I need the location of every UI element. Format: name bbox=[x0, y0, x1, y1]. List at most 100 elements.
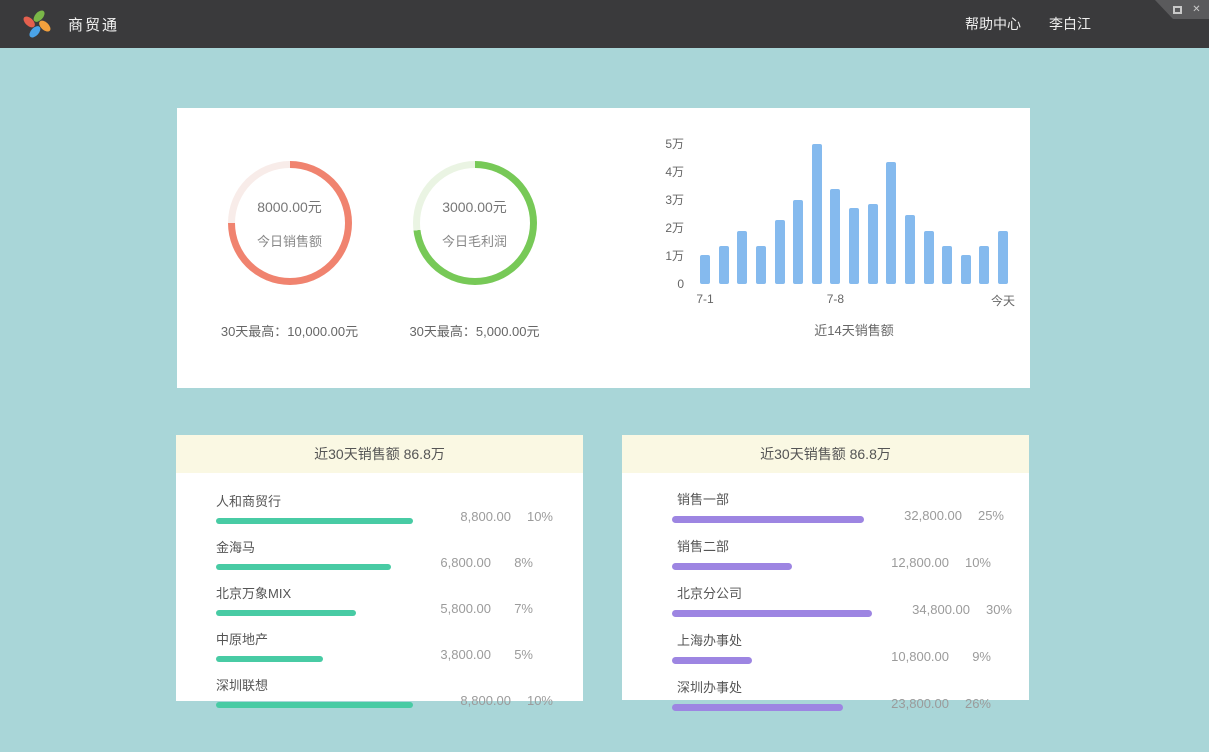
sales-14d-caption: 近14天销售额 bbox=[700, 320, 1008, 339]
rank-percent: 9% bbox=[949, 649, 991, 664]
y-tick: 3万 bbox=[665, 193, 684, 207]
sales-bar bbox=[775, 220, 785, 284]
sales-bar bbox=[830, 189, 840, 284]
today-sales-value: 8000.00元 bbox=[257, 197, 322, 217]
rank-percent: 10% bbox=[511, 693, 553, 708]
today-sales-label: 今日销售额 bbox=[257, 231, 322, 250]
sales-bar bbox=[924, 231, 934, 284]
rank-progress-bar bbox=[672, 657, 752, 664]
close-icon[interactable]: ✕ bbox=[1191, 4, 1202, 15]
rank-progress-bar bbox=[216, 656, 323, 662]
today-profit-30d-max: 30天最高：5,000.00元 bbox=[409, 321, 539, 340]
rank-amount: 8,800.00 bbox=[425, 693, 511, 708]
sales-bar bbox=[700, 255, 710, 284]
summary-panel: 8000.00元 今日销售额 30天最高：10,000.00元 3000.00元… bbox=[177, 108, 1030, 388]
rank-row: 深圳办事处23,800.0026% bbox=[672, 677, 991, 711]
sales-14d-chart: 0 1万 2万 3万 4万 5万 7-17-8今天 近14天销售额 bbox=[654, 144, 1030, 339]
username-menu[interactable]: 李白江 bbox=[1049, 14, 1091, 34]
sales-bar bbox=[979, 246, 989, 284]
rank-percent: 30% bbox=[970, 602, 1012, 617]
sales-bar bbox=[719, 246, 729, 284]
rank-amount: 23,800.00 bbox=[863, 696, 949, 711]
customer-rank-title: 近30天销售额 86.8万 bbox=[176, 435, 583, 473]
y-tick: 1万 bbox=[665, 249, 684, 263]
rank-row: 中原地产 3,800.005% bbox=[216, 629, 533, 662]
sales-bar bbox=[812, 144, 822, 284]
pinwheel-logo-icon bbox=[20, 7, 54, 41]
rank-percent: 25% bbox=[962, 508, 1004, 523]
rank-amount: 5,800.00 bbox=[405, 601, 491, 616]
sales-bar bbox=[756, 246, 766, 284]
rank-row: 销售一部32,800.0025% bbox=[672, 489, 991, 523]
rank-name: 销售一部 bbox=[672, 489, 864, 508]
rank-amount: 3,800.00 bbox=[405, 647, 491, 662]
rank-amount: 8,800.00 bbox=[425, 509, 511, 524]
rank-percent: 8% bbox=[491, 555, 533, 570]
rank-name: 金海马 bbox=[216, 537, 393, 556]
x-axis-label: 7-1 bbox=[696, 292, 713, 306]
rank-row: 深圳联想8,800.0010% bbox=[216, 675, 533, 708]
sales-bar bbox=[849, 208, 859, 284]
department-rank-title: 近30天销售额 86.8万 bbox=[622, 435, 1029, 473]
rank-amount: 12,800.00 bbox=[863, 555, 949, 570]
sales-bar bbox=[737, 231, 747, 284]
rank-progress-bar bbox=[216, 564, 391, 570]
rank-percent: 10% bbox=[511, 509, 553, 524]
sales-bar bbox=[868, 204, 878, 284]
rank-progress-bar bbox=[216, 610, 356, 616]
today-sales-donut-chart: 8000.00元 今日销售额 bbox=[228, 161, 352, 285]
minimize-icon[interactable] bbox=[1153, 4, 1164, 15]
rank-progress-bar bbox=[672, 516, 864, 523]
titlebar: 商贸通 帮助中心 李白江 ✕ bbox=[0, 0, 1209, 48]
rank-row: 金海马 6,800.008% bbox=[216, 537, 533, 570]
rank-amount: 32,800.00 bbox=[876, 508, 962, 523]
sales-bar bbox=[793, 200, 803, 284]
bar-chart-plot bbox=[700, 144, 1008, 284]
rank-name: 深圳联想 bbox=[216, 675, 413, 694]
x-axis-label: 今天 bbox=[991, 292, 1015, 309]
rank-name: 北京分公司 bbox=[672, 583, 872, 602]
sales-bar bbox=[998, 231, 1008, 284]
app-window: 商贸通 帮助中心 李白江 ✕ 8000.00元 今日销售额 30天最高：10,0… bbox=[0, 0, 1209, 752]
rank-name: 人和商贸行 bbox=[216, 491, 413, 510]
today-profit-value: 3000.00元 bbox=[442, 197, 507, 217]
rank-name: 中原地产 bbox=[216, 629, 393, 648]
rank-progress-bar bbox=[672, 563, 792, 570]
today-sales-30d-max: 30天最高：10,000.00元 bbox=[221, 321, 358, 340]
y-tick: 5万 bbox=[665, 137, 684, 151]
help-center-link[interactable]: 帮助中心 bbox=[965, 14, 1021, 34]
rank-progress-bar bbox=[672, 704, 843, 711]
today-profit-label: 今日毛利润 bbox=[442, 231, 507, 250]
today-profit-donut-chart: 3000.00元 今日毛利润 bbox=[413, 161, 537, 285]
rank-name: 销售二部 bbox=[672, 536, 851, 555]
rank-name: 深圳办事处 bbox=[672, 677, 851, 696]
sales-bar bbox=[961, 255, 971, 284]
department-sales-rank-card: 近30天销售额 86.8万 销售一部 32,800.0025% 销售二部 12,800… bbox=[622, 435, 1029, 700]
rank-amount: 6,800.00 bbox=[405, 555, 491, 570]
today-profit-widget: 3000.00元 今日毛利润 30天最高：5,000.00元 bbox=[382, 161, 567, 340]
rank-percent: 7% bbox=[491, 601, 533, 616]
rank-row: 上海办事处10,800.009% bbox=[672, 630, 991, 664]
y-tick: 2万 bbox=[665, 221, 684, 235]
rank-amount: 34,800.00 bbox=[884, 602, 970, 617]
x-axis: 7-17-8今天 bbox=[700, 284, 1008, 306]
rank-row: 销售二部 12,800.0010% bbox=[672, 536, 991, 570]
y-tick: 0 bbox=[677, 277, 684, 291]
sales-bar bbox=[942, 246, 952, 284]
rank-row: 人和商贸行8,800.0010% bbox=[216, 491, 533, 524]
rank-progress-bar bbox=[216, 702, 413, 708]
app-title: 商贸通 bbox=[68, 14, 119, 35]
rank-row: 北京分公司34,800.0030% bbox=[672, 583, 991, 617]
rank-progress-bar bbox=[672, 610, 872, 617]
window-controls: ✕ bbox=[1151, 0, 1209, 19]
rank-percent: 5% bbox=[491, 647, 533, 662]
rank-percent: 10% bbox=[949, 555, 991, 570]
maximize-icon[interactable] bbox=[1172, 4, 1183, 15]
rank-name: 北京万象MIX bbox=[216, 583, 393, 602]
y-axis: 0 1万 2万 3万 4万 5万 bbox=[654, 144, 684, 284]
rank-progress-bar bbox=[216, 518, 413, 524]
rank-amount: 10,800.00 bbox=[863, 649, 949, 664]
sales-bar bbox=[905, 215, 915, 284]
rank-row: 北京万象MIX 5,800.007% bbox=[216, 583, 533, 616]
sales-bar bbox=[886, 162, 896, 284]
